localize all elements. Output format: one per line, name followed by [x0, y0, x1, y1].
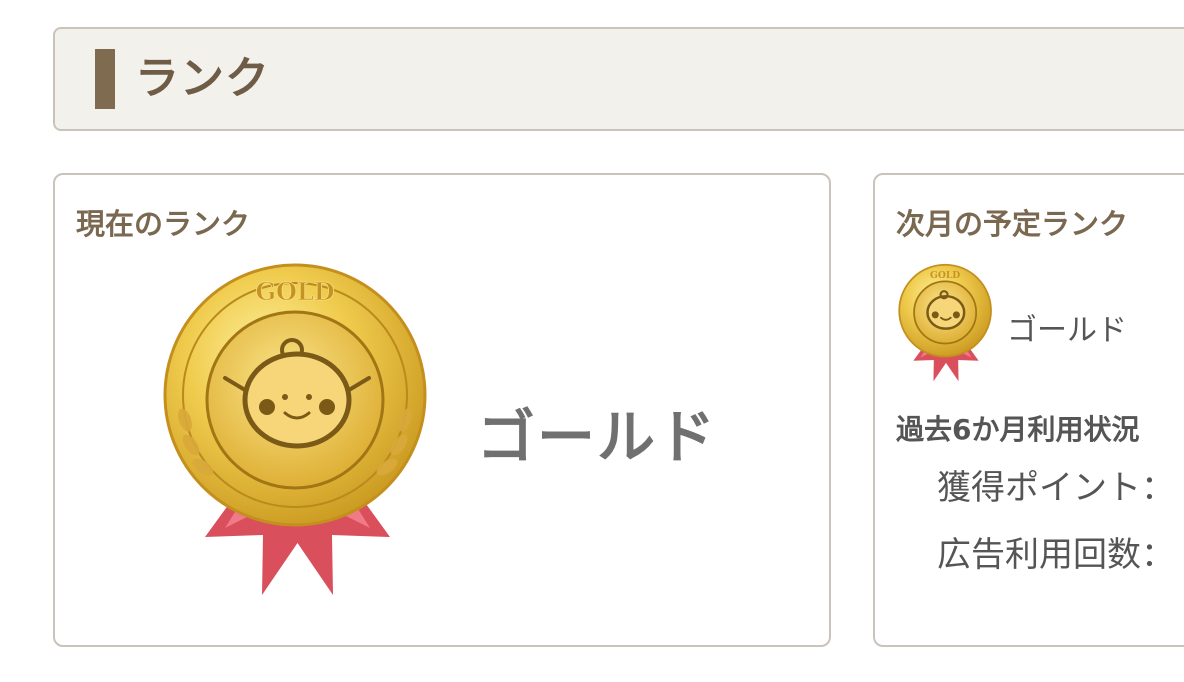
gold-medal-icon: GOLD	[163, 263, 427, 595]
rank-section-header: ランク	[53, 27, 1184, 131]
next-rank-card: 次月の予定ランク GOLD ゴールド 過去6か月利用状況 獲得ポイント： 広告利…	[873, 173, 1184, 647]
ad-usage-count-label: 広告利用回数：	[937, 535, 1175, 575]
next-rank-title: 次月の予定ランク	[896, 207, 1129, 241]
current-rank-card: 現在のランク GOLD ゴールド	[53, 173, 831, 647]
header-accent-bar	[95, 49, 115, 109]
current-rank-name: ゴールド	[477, 403, 718, 471]
page-title: ランク	[135, 53, 270, 104]
usage-title: 過去6か月利用状況	[896, 413, 1140, 446]
earned-points-label: 獲得ポイント：	[937, 468, 1175, 508]
gold-medal-icon: GOLD	[898, 263, 992, 382]
svg-text:GOLD: GOLD	[930, 270, 960, 281]
current-rank-title: 現在のランク	[76, 207, 251, 241]
next-rank-name: ゴールド	[1007, 313, 1127, 348]
svg-text:GOLD: GOLD	[255, 277, 334, 306]
